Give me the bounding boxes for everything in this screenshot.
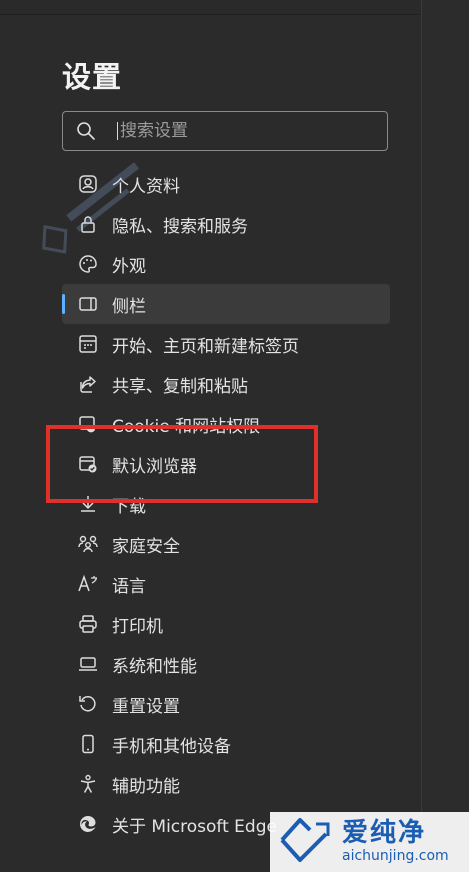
active-indicator [62,294,65,314]
search-input[interactable] [120,121,360,141]
laptop-icon [76,652,100,676]
nav-item-profile[interactable]: 个人资料 [62,164,390,204]
nav-item-label: 打印机 [112,616,163,637]
nav-item-label: 关于 Microsoft Edge [112,816,277,837]
watermark-brand-en: aichunjing.com [342,848,449,864]
palette-icon [76,252,100,276]
language-icon [76,572,100,596]
reset-icon [76,692,100,716]
nav-item-label: 开始、主页和新建标签页 [112,336,299,357]
accessibility-icon [76,772,100,796]
cookie-shield-icon [76,412,100,436]
nav-item-label: Cookie 和网站权限 [112,416,261,437]
nav-item-language[interactable]: 语言 [62,564,390,604]
share-icon [76,372,100,396]
nav-item-label: 语言 [112,576,146,597]
watermark-brand-cn: 爱纯净 [342,818,427,848]
nav-item-sidebar[interactable]: 侧栏 [62,284,390,324]
family-icon [76,532,100,556]
edge-logo-icon [76,812,100,836]
nav-item-privacy[interactable]: 隐私、搜索和服务 [62,204,390,244]
nav-item-label: 家庭安全 [112,536,180,557]
home-grid-icon [76,332,100,356]
nav-item-label: 手机和其他设备 [112,736,231,757]
nav-item-appearance[interactable]: 外观 [62,244,390,284]
sidebar-icon [76,292,100,316]
nav-item-share[interactable]: 共享、复制和粘贴 [62,364,390,404]
profile-icon [76,172,100,196]
nav-item-label: 重置设置 [112,696,180,717]
nav-item-label: 侧栏 [112,296,146,317]
text-caret [117,122,118,140]
settings-nav: 个人资料 隐私、搜索和服务 外观 侧栏 开始、主页和新建标签页 共享、复制和粘贴… [62,164,390,844]
content-pane [422,0,469,872]
browser-top-strip [0,0,469,15]
nav-item-label: 默认浏览器 [112,456,197,477]
lock-icon [76,212,100,236]
phone-icon [76,732,100,756]
nav-item-cookies[interactable]: Cookie 和网站权限 [62,404,390,444]
nav-item-label: 下载 [112,496,146,517]
printer-icon [76,612,100,636]
default-browser-icon [76,452,100,476]
nav-item-default-browser[interactable]: 默认浏览器 [62,444,390,484]
watermark-brand: 爱纯净 aichunjing.com [270,812,469,872]
download-icon [76,492,100,516]
settings-window: 设置 个人资料 隐私、搜索和服务 [0,0,469,872]
nav-item-label: 个人资料 [112,176,180,197]
nav-item-printers[interactable]: 打印机 [62,604,390,644]
search-box[interactable] [62,111,388,151]
page-title: 设置 [62,60,123,94]
nav-item-label: 隐私、搜索和服务 [112,216,248,237]
nav-item-phone[interactable]: 手机和其他设备 [62,724,390,764]
nav-item-label: 外观 [112,256,146,277]
nav-item-label: 辅助功能 [112,776,180,797]
nav-item-accessibility[interactable]: 辅助功能 [62,764,390,804]
nav-item-label: 共享、复制和粘贴 [112,376,248,397]
nav-item-family[interactable]: 家庭安全 [62,524,390,564]
nav-item-start-home[interactable]: 开始、主页和新建标签页 [62,324,390,364]
nav-item-label: 系统和性能 [112,656,197,677]
search-icon [63,121,109,141]
watermark-logo-icon [276,814,334,870]
nav-item-downloads[interactable]: 下载 [62,484,390,524]
nav-item-system[interactable]: 系统和性能 [62,644,390,684]
nav-item-reset[interactable]: 重置设置 [62,684,390,724]
